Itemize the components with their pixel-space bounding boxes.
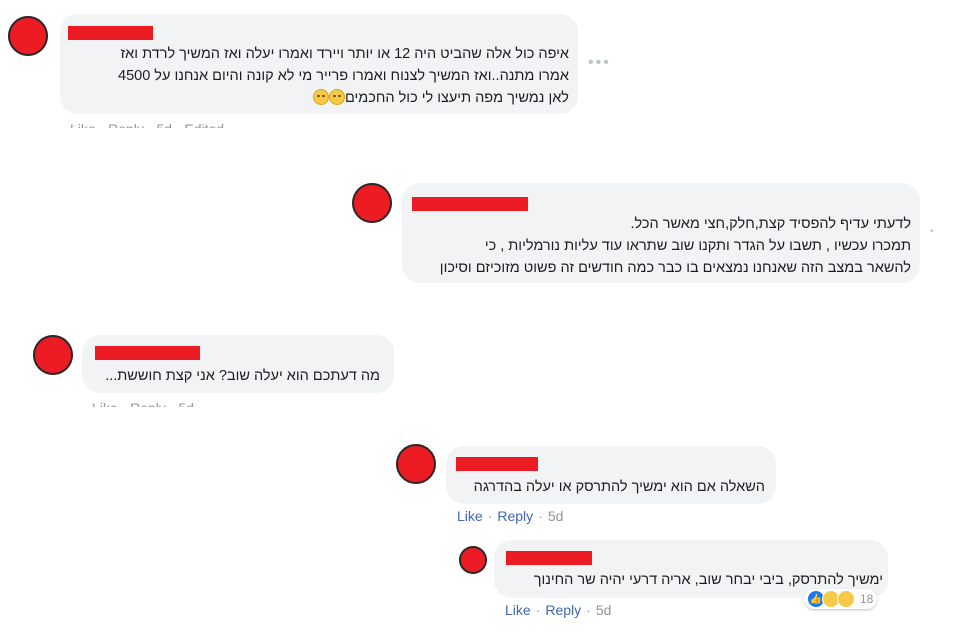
separator: · <box>535 602 541 618</box>
comment-1-line-1: איפה כול אלה שהביט היה 12 או יותר ויירד … <box>120 46 569 62</box>
like-link[interactable]: Like <box>505 602 531 618</box>
more-options-icon[interactable]: ••• <box>588 54 611 72</box>
sad-icon <box>837 590 855 608</box>
comment-5-actions: Like · Reply · 5d <box>505 602 611 618</box>
reply-link[interactable]: Reply <box>545 602 581 618</box>
avatar[interactable] <box>459 546 487 574</box>
separator: · <box>487 508 493 524</box>
avatar[interactable] <box>396 444 436 484</box>
avatar[interactable] <box>8 16 48 56</box>
redacted-author-name[interactable] <box>68 26 153 40</box>
comment-4-actions: Like · Reply · 5d <box>457 508 563 524</box>
reply-link[interactable]: Reply <box>497 508 533 524</box>
separator: · <box>586 602 591 618</box>
separator: · <box>538 508 543 524</box>
reactions-count: 18 <box>860 592 874 606</box>
avatar[interactable] <box>33 335 73 375</box>
comment-1-line-2: אמרו מתנה..ואז המשיך לצנוח ואמרו פרייר מ… <box>118 68 569 84</box>
more-options-icon[interactable]: • <box>930 226 936 237</box>
comment-2-line-2: תמכרו עכשיו , תשבו על הגדר ותקנו שוב שתר… <box>484 238 911 254</box>
rolling-eyes-emoji-icon <box>312 89 345 106</box>
reactions-summary[interactable]: 👍 18 <box>804 589 878 609</box>
comment-2-line-3: להשאר במצב הזה שאנחנו נמצאים בו כבר כמה … <box>439 260 911 276</box>
comment-4-line-1: השאלה אם הוא ימשיך להתרסק או יעלה בהדרגה <box>473 479 765 495</box>
redacted-author-name[interactable] <box>506 551 592 565</box>
timestamp[interactable]: 5d <box>548 508 564 524</box>
comment-3-actions-cut[interactable]: Like · Reply · 5d <box>92 400 194 407</box>
comment-5-line-1: ימשיך להתרסק, ביבי יבחר שוב, אריה דרעי י… <box>533 572 883 588</box>
timestamp[interactable]: 5d <box>596 602 612 618</box>
comment-2-line-1: לדעתי עדיף להפסיד קצת,חלק,חצי מאשר הכל. <box>630 216 911 232</box>
redacted-author-name[interactable] <box>95 346 200 360</box>
like-link[interactable]: Like <box>457 508 483 524</box>
comment-3-line-1: מה דעתכם הוא יעלה שוב? אני קצת חוששת... <box>105 368 380 384</box>
redacted-author-name[interactable] <box>412 197 528 211</box>
comment-1-line-3: לאן נמשיך מפה תיעצו לי כול החכמים <box>312 88 569 108</box>
comment-1-line-3-text: לאן נמשיך מפה תיעצו לי כול החכמים <box>344 90 569 106</box>
avatar[interactable] <box>352 183 392 223</box>
redacted-author-name[interactable] <box>456 457 538 471</box>
comment-1-actions-cut[interactable]: Like · Reply · 5d · Edited <box>70 121 224 128</box>
